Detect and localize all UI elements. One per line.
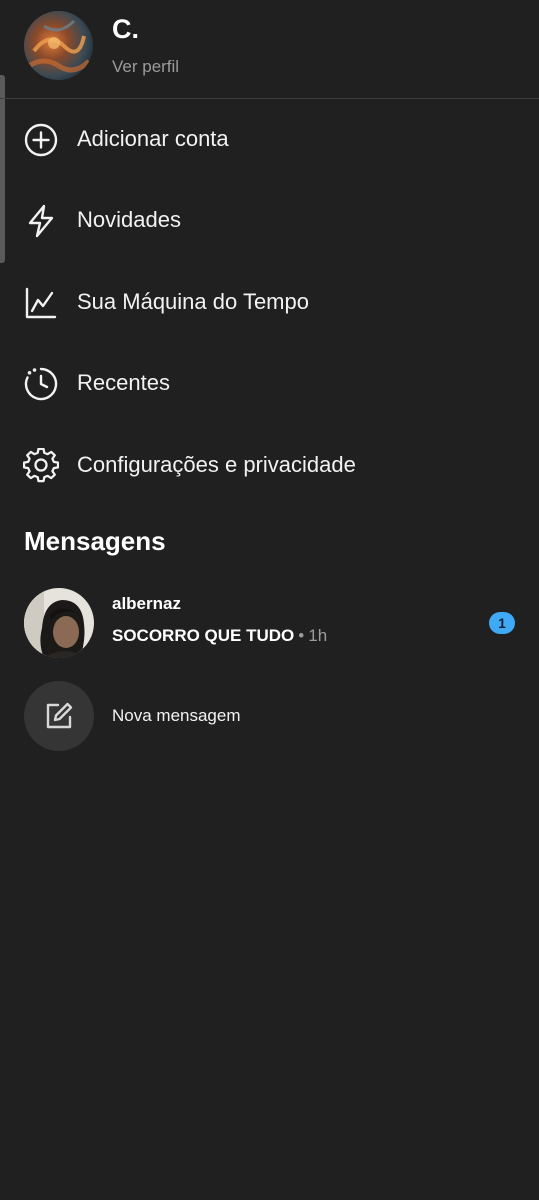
menu-item-label: Adicionar conta <box>77 126 229 151</box>
profile-avatar[interactable] <box>24 11 93 80</box>
divider <box>0 98 539 99</box>
conversation-item[interactable]: albernaz SOCORRO QUE TUDO • 1h 1 <box>0 586 539 660</box>
menu-item-time-machine[interactable]: Sua Máquina do Tempo <box>0 271 539 335</box>
compose-icon <box>46 702 73 729</box>
new-message-label: Nova mensagem <box>112 706 241 725</box>
lightning-icon <box>23 203 59 239</box>
menu-item-label: Configurações e privacidade <box>77 452 356 477</box>
conversation-preview: SOCORRO QUE TUDO <box>112 626 295 645</box>
new-message-button[interactable]: Nova mensagem <box>0 680 539 752</box>
trend-chart-icon <box>23 285 59 321</box>
compose-icon-circle <box>24 681 94 751</box>
add-circle-icon <box>23 122 59 158</box>
separator-dot: • <box>298 626 305 645</box>
conversation-name: albernaz <box>112 594 181 613</box>
unread-badge: 1 <box>489 612 515 634</box>
messages-section-title: Mensagens <box>24 526 166 556</box>
menu-item-settings[interactable]: Configurações e privacidade <box>0 434 539 498</box>
menu-item-label: Novidades <box>77 207 181 232</box>
profile-header[interactable]: C. Ver perfil <box>0 0 539 98</box>
gear-icon <box>22 447 60 484</box>
menu-item-label: Sua Máquina do Tempo <box>77 289 309 314</box>
menu-item-add-account[interactable]: Adicionar conta <box>0 108 539 172</box>
profile-name: C. <box>112 14 139 44</box>
history-clock-icon <box>23 366 59 402</box>
conversation-time: 1h <box>308 626 328 645</box>
menu-item-label: Recentes <box>77 370 170 395</box>
view-profile-link[interactable]: Ver perfil <box>112 57 179 77</box>
avatar <box>24 588 94 658</box>
conversation-preview-line: SOCORRO QUE TUDO • 1h <box>112 626 327 646</box>
menu-item-recent[interactable]: Recentes <box>0 352 539 416</box>
menu-item-news[interactable]: Novidades <box>0 189 539 253</box>
